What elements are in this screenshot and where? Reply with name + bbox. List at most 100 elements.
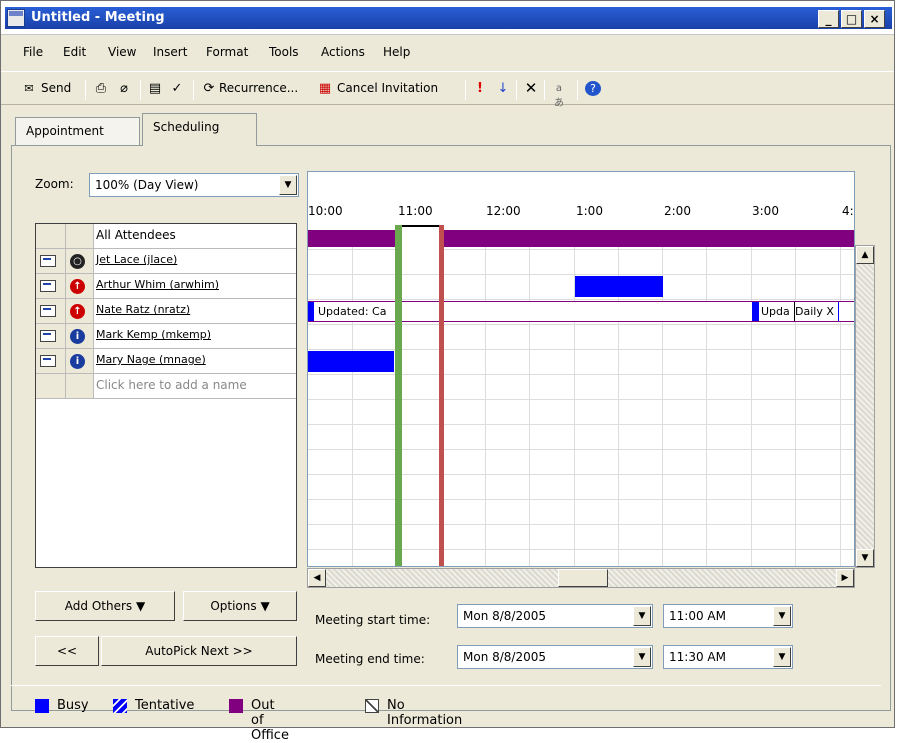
required-attendee-icon: ↑ — [70, 304, 85, 319]
attendee-row[interactable]: i Mary Nage (mnage) — [36, 349, 296, 374]
menu-format[interactable]: Format — [206, 45, 248, 59]
end-date-select[interactable]: Mon 8/8/2005 ▼ — [457, 645, 653, 669]
chevron-down-icon[interactable]: ▼ — [279, 175, 297, 195]
all-attendees-label: All Attendees — [96, 228, 176, 242]
high-importance-icon[interactable]: ! — [472, 81, 488, 96]
freebusy-grid[interactable]: 10:00 11:00 12:00 1:00 2:00 3:00 4: Upda… — [307, 171, 855, 567]
mail-icon — [40, 355, 56, 367]
attendee-row[interactable]: ○ Jet Lace (jlace) — [36, 249, 296, 274]
menu-edit[interactable]: Edit — [63, 45, 86, 59]
tab-appointment[interactable]: Appointment — [15, 117, 140, 145]
address-book-icon[interactable]: ▤ — [147, 81, 163, 96]
attendee-row[interactable]: i Mark Kemp (mkemp) — [36, 324, 296, 349]
check-names-icon[interactable]: ✓ — [169, 81, 185, 96]
optional-attendee-icon: i — [70, 329, 85, 344]
legend-noinfo: No Information — [387, 698, 463, 728]
window-title: Untitled - Meeting — [31, 10, 165, 25]
language-icon[interactable]: aあ — [551, 81, 567, 109]
low-importance-icon[interactable]: ↓ — [495, 81, 511, 96]
time-label: 10:00 — [308, 204, 343, 218]
menu-file[interactable]: File — [23, 45, 43, 59]
ooo-swatch — [229, 699, 243, 713]
out-of-office-bar — [308, 230, 854, 247]
menu-bar: File Edit View Insert Format Tools Actio… — [1, 39, 894, 67]
busy-swatch — [35, 699, 49, 713]
tentative-swatch — [113, 699, 127, 713]
print-icon[interactable]: ⎙ — [93, 81, 109, 96]
autopick-next-button[interactable]: AutoPick Next >> — [101, 636, 297, 666]
delete-icon[interactable]: ✕ — [523, 81, 539, 96]
minimize-button[interactable]: _ — [818, 10, 839, 28]
busy-block — [575, 276, 663, 297]
end-time-line[interactable] — [439, 225, 444, 566]
meeting-selection[interactable] — [396, 225, 440, 566]
horizontal-scrollbar[interactable]: ◀ ▶ — [307, 568, 855, 588]
legend-tentative: Tentative — [135, 698, 195, 713]
tab-scheduling[interactable]: Scheduling — [142, 113, 257, 146]
legend-ooo: Out of Office — [251, 698, 289, 743]
appointment-text: Daily X — [795, 305, 834, 318]
organizer-icon: ○ — [70, 254, 85, 269]
end-time-select[interactable]: 11:30 AM ▼ — [663, 645, 793, 669]
mail-icon — [40, 255, 56, 267]
close-button[interactable]: × — [864, 10, 885, 28]
menu-help[interactable]: Help — [383, 45, 410, 59]
required-attendee-icon: ↑ — [70, 279, 85, 294]
tentative-row: Updated: Ca Upda Daily X — [308, 301, 854, 322]
start-time-select[interactable]: 11:00 AM ▼ — [663, 604, 793, 628]
zoom-label: Zoom: — [35, 177, 74, 191]
autopick-previous-button[interactable]: << — [35, 636, 99, 666]
time-label: 4: — [842, 204, 854, 218]
zoom-select[interactable]: 100% (Day View) ▼ — [89, 173, 299, 197]
menu-view[interactable]: View — [108, 45, 136, 59]
time-label: 1:00 — [576, 204, 603, 218]
send-button[interactable]: Send — [41, 81, 71, 95]
paperclip-icon[interactable]: ⌀ — [116, 81, 132, 96]
title-bar: Untitled - Meeting _ □ × — [1, 1, 894, 35]
send-icon[interactable]: ✉ — [21, 81, 37, 96]
time-label: 12:00 — [486, 204, 521, 218]
chevron-down-icon[interactable]: ▼ — [633, 647, 651, 667]
scroll-up-icon[interactable]: ▲ — [856, 246, 874, 264]
toolbar: ✉ Send ⎙ ⌀ ▤ ✓ ⟳ Recurrence... ▦ Cancel … — [1, 71, 894, 109]
attendee-header-row: All Attendees — [36, 224, 296, 249]
mail-icon — [40, 305, 56, 317]
scroll-left-icon[interactable]: ◀ — [308, 569, 326, 587]
meeting-window: Untitled - Meeting _ □ × File Edit View … — [0, 0, 895, 743]
scroll-down-icon[interactable]: ▼ — [856, 549, 874, 567]
attendee-row[interactable]: ↑ Nate Ratz (nratz) — [36, 299, 296, 324]
scroll-right-icon[interactable]: ▶ — [836, 569, 854, 587]
menu-tools[interactable]: Tools — [269, 45, 299, 59]
help-icon[interactable]: ? — [585, 81, 601, 96]
meeting-end-label: Meeting end time: — [315, 652, 425, 666]
menu-insert[interactable]: Insert — [153, 45, 187, 59]
add-attendee-row[interactable]: Click here to add a name — [36, 374, 296, 399]
recurrence-button[interactable]: Recurrence... — [219, 81, 298, 95]
menu-actions[interactable]: Actions — [321, 45, 365, 59]
time-label: 11:00 — [398, 204, 433, 218]
start-date-select[interactable]: Mon 8/8/2005 ▼ — [457, 604, 653, 628]
start-time-line[interactable] — [395, 225, 402, 566]
chevron-down-icon[interactable]: ▼ — [633, 606, 651, 626]
maximize-button[interactable]: □ — [841, 10, 862, 28]
mail-icon — [40, 330, 56, 342]
vertical-scrollbar[interactable]: ▲ ▼ — [855, 245, 875, 568]
time-label: 3:00 — [752, 204, 779, 218]
attendee-row[interactable]: ↑ Arthur Whim (arwhim) — [36, 274, 296, 299]
calendar-icon — [7, 9, 25, 27]
no-information-swatch — [365, 699, 379, 713]
add-others-button[interactable]: Add Others ▼ — [35, 591, 175, 621]
appointment-text: Upda — [761, 305, 790, 318]
recurrence-icon[interactable]: ⟳ — [201, 81, 217, 96]
time-label: 2:00 — [664, 204, 691, 218]
cancel-invitation-button[interactable]: Cancel Invitation — [337, 81, 438, 95]
cancel-invitation-icon[interactable]: ▦ — [317, 81, 333, 96]
scroll-thumb[interactable] — [558, 569, 608, 587]
chevron-down-icon[interactable]: ▼ — [773, 647, 791, 667]
options-button[interactable]: Options ▼ — [183, 591, 297, 621]
optional-attendee-icon: i — [70, 354, 85, 369]
legend-busy: Busy — [57, 698, 89, 713]
appointment-text: Updated: Ca — [318, 305, 387, 318]
chevron-down-icon[interactable]: ▼ — [773, 606, 791, 626]
meeting-start-label: Meeting start time: — [315, 613, 431, 627]
